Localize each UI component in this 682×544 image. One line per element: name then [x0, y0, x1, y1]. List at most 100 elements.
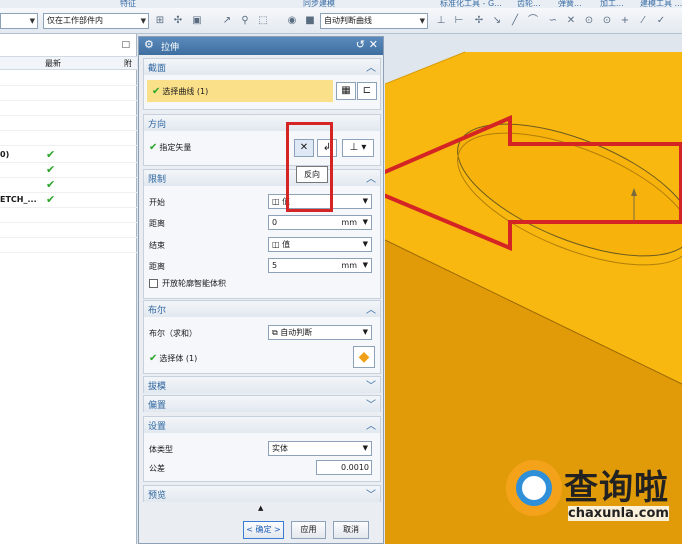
pointer-icon[interactable]: ↗: [222, 16, 232, 26]
start-distance-input[interactable]: 0 mm ▼: [268, 215, 372, 230]
gear-icon[interactable]: ⚙: [144, 38, 154, 51]
chevron-down-icon[interactable]: ﹀: [366, 377, 376, 392]
quadrant-icon[interactable]: ⊙: [602, 16, 612, 26]
chevron-down-icon[interactable]: ﹀: [366, 486, 376, 501]
start-distance-label: 距离: [149, 219, 165, 228]
select-box-icon[interactable]: ▣: [192, 16, 202, 26]
apply-button[interactable]: 应用: [291, 521, 326, 539]
extrude-dialog: ⚙ 拉伸 ↺ ✕ 截面 ︿ ✔ 选择曲线 (1) ▦ ⊏ 方向 ✔ 指定矢量 ✕ ↲…: [138, 36, 384, 544]
reverse-direction-button[interactable]: ✕: [294, 139, 314, 157]
chevron-down-icon[interactable]: ﹀: [366, 396, 376, 411]
body-type-select[interactable]: 实体 ▼: [268, 441, 372, 456]
cube-icon[interactable]: ■: [305, 16, 315, 26]
section-heading: 截面: [148, 64, 167, 74]
table-row[interactable]: 0) ✔: [0, 148, 137, 163]
dialog-title-bar[interactable]: ⚙ 拉伸 ↺ ✕: [139, 37, 383, 55]
tolerance-input[interactable]: 0.0010: [316, 460, 372, 475]
node-icon[interactable]: ∽: [548, 16, 558, 26]
chevron-up-icon[interactable]: ︿: [366, 170, 376, 185]
table-row[interactable]: [0, 238, 137, 253]
midpoint-icon[interactable]: ╱: [510, 16, 520, 26]
row-name: ETCH_...: [0, 195, 37, 204]
section-header[interactable]: 截面 ︿: [144, 59, 380, 75]
dialog-title: 拉伸: [161, 43, 180, 53]
maximize-icon[interactable]: □: [121, 40, 130, 50]
table-row[interactable]: ✔: [0, 178, 137, 193]
table-row[interactable]: [0, 101, 137, 116]
filter-icon[interactable]: ⚲: [240, 16, 250, 26]
point-on-face-icon[interactable]: ✓: [656, 16, 666, 26]
chevron-up-icon[interactable]: ︿: [366, 417, 376, 432]
direction-header[interactable]: 方向: [144, 115, 380, 131]
part-navigator: □ 最新 附 0) ✔ ✔ ✔ ETCH_... ✔: [0, 34, 137, 544]
vector-type-dropdown[interactable]: ⊥ ▾: [342, 139, 374, 157]
cancel-button[interactable]: 取消: [333, 521, 369, 539]
end-label: 结束: [149, 241, 165, 250]
table-row[interactable]: [0, 116, 137, 131]
select-curve-label: 选择曲线 (1): [162, 87, 209, 96]
type-filter-combo[interactable]: ▼: [0, 13, 38, 29]
limits-header[interactable]: 限制 ︿: [144, 170, 380, 186]
table-row[interactable]: ETCH_... ✔: [0, 193, 137, 208]
column-latest[interactable]: 最新: [45, 58, 61, 69]
ok-button[interactable]: < 确定 >: [243, 521, 284, 539]
body-select-icon[interactable]: ◆: [353, 346, 375, 368]
boolean-header[interactable]: 布尔 ︿: [144, 301, 380, 317]
checkmark-icon: ✔: [46, 163, 56, 176]
existing-point-icon[interactable]: +: [620, 16, 630, 26]
checkmark-icon: ✔: [149, 353, 158, 364]
boolean-group: 布尔 ︿ 布尔（求和） ⧉ 自动判断 ▼ ✔ 选择体 (1) ◆: [143, 300, 381, 374]
tolerance-label: 公差: [149, 464, 165, 473]
close-icon[interactable]: ✕: [369, 38, 378, 51]
rectangle-select-icon[interactable]: ⬚: [258, 16, 268, 26]
row-name: 0): [0, 150, 10, 159]
vector-dialog-icon[interactable]: ↲: [317, 139, 337, 157]
end-distance-input[interactable]: 5 mm ▼: [268, 258, 372, 273]
intersect-icon[interactable]: ⊥: [436, 16, 446, 26]
draft-header[interactable]: 拔模 ﹀: [144, 377, 380, 393]
general-selection-icon[interactable]: ⊞: [155, 16, 165, 26]
settings-header[interactable]: 设置 ︿: [144, 417, 380, 433]
watermark-url: chaxunla.com: [568, 506, 669, 521]
open-profile-checkbox[interactable]: [149, 279, 158, 288]
table-row[interactable]: [0, 86, 137, 101]
offset-header[interactable]: 偏置 ﹀: [144, 396, 380, 412]
point-on-curve-icon[interactable]: ⁄: [638, 16, 648, 26]
body-type-label: 体类型: [149, 445, 173, 454]
snap-icon[interactable]: ✣: [173, 16, 183, 26]
tangent-icon[interactable]: ⊢: [454, 16, 464, 26]
snap-point-icon[interactable]: ✢: [474, 16, 484, 26]
chevron-up-icon[interactable]: ︿: [366, 301, 376, 316]
end-type-select[interactable]: ◫ 值 ▼: [268, 237, 372, 252]
specify-vector-label: 指定矢量: [159, 143, 192, 152]
intersection-point-icon[interactable]: ✕: [566, 16, 576, 26]
chevron-up-icon[interactable]: ︿: [366, 59, 376, 74]
preview-header[interactable]: 预览 ﹀: [144, 486, 380, 502]
curve-rule-combo[interactable]: 自动判断曲线 ▼: [320, 13, 428, 29]
sketch-section-icon[interactable]: ▦: [336, 82, 356, 100]
select-curve-row[interactable]: ✔ 选择曲线 (1): [147, 80, 333, 102]
curve-select-icon[interactable]: ⊏: [357, 82, 377, 100]
limits-group: 限制 ︿ 开始 ◫ 值 ▼ 距离 0 mm ▼ 结束 ◫ 值 ▼ 距离 5 mm ▼ 开放轮…: [143, 169, 381, 299]
endpoint-icon[interactable]: ↘: [492, 16, 502, 26]
open-profile-label: 开放轮廓智能体积: [162, 279, 226, 288]
table-row[interactable]: [0, 223, 137, 238]
selection-scope-combo[interactable]: 仅在工作部件内 ▼: [43, 13, 149, 29]
reset-icon[interactable]: ↺: [356, 38, 365, 51]
start-label: 开始: [149, 198, 165, 207]
ribbon-group-labels: 特征 同步建模 标准化工具 - G... 齿轮... 弹簧... 加工... 建…: [0, 0, 682, 8]
settings-heading: 设置: [148, 422, 167, 432]
boolean-type-select[interactable]: ⧉ 自动判断 ▼: [268, 325, 372, 340]
control-point-icon[interactable]: ⌒: [528, 16, 538, 26]
collapse-arrow-icon[interactable]: ▲: [258, 504, 263, 512]
eye-icon[interactable]: ◉: [287, 16, 297, 26]
table-row[interactable]: [0, 71, 137, 86]
column-extra[interactable]: 附: [124, 58, 132, 69]
center-icon[interactable]: ⊙: [584, 16, 594, 26]
table-row[interactable]: ✔: [0, 163, 137, 178]
start-type-select[interactable]: ◫ 值 ▼: [268, 194, 372, 209]
end-distance-label: 距离: [149, 262, 165, 271]
table-row[interactable]: [0, 208, 137, 223]
checkmark-icon: ✔: [149, 142, 158, 153]
table-row[interactable]: [0, 131, 137, 146]
